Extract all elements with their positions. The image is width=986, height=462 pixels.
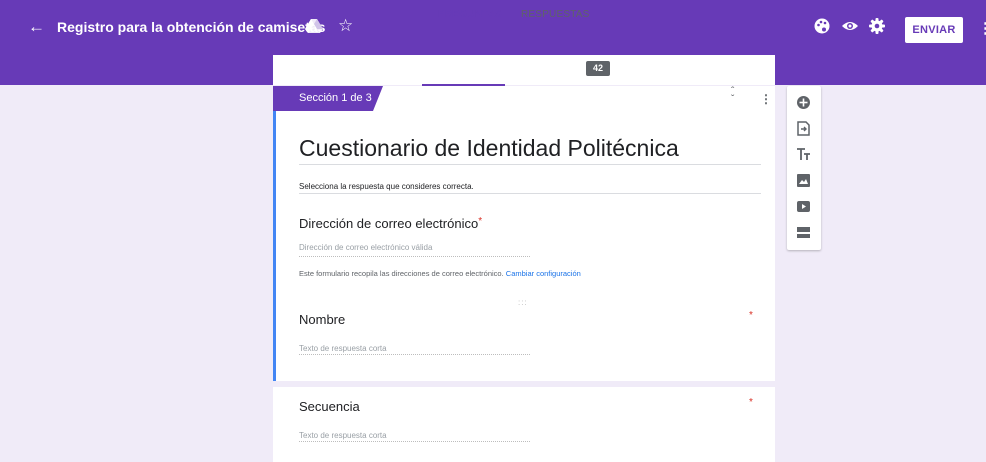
- short-answer-placeholder[interactable]: Texto de respuesta corta: [299, 344, 387, 353]
- add-circle-icon[interactable]: [795, 94, 812, 111]
- palette-icon[interactable]: [813, 17, 831, 35]
- change-settings-link[interactable]: Cambiar configuración: [506, 269, 581, 278]
- required-asterisk: *: [749, 397, 753, 408]
- email-input-underline: [299, 256, 530, 257]
- section-label: Sección 1 de 3: [299, 92, 372, 104]
- email-input-placeholder[interactable]: Dirección de correo electrónico válida: [299, 243, 432, 252]
- collapse-icon[interactable]: ˆˇ: [731, 87, 734, 105]
- form-doc-title[interactable]: Registro para la obtención de camisetas: [57, 19, 325, 35]
- question-toolbar: [787, 86, 821, 250]
- required-asterisk: *: [478, 216, 483, 227]
- send-button[interactable]: ENVIAR: [905, 17, 963, 43]
- question-label: Nombre: [299, 312, 346, 327]
- more-vert-icon[interactable]: ⋮: [978, 19, 986, 37]
- drive-folder-icon[interactable]: [305, 18, 323, 34]
- required-asterisk: *: [749, 310, 753, 321]
- email-collection-note: Este formulario recopila las direcciones…: [299, 269, 581, 278]
- section-icon[interactable]: [795, 224, 812, 241]
- form-description[interactable]: Selecciona la respuesta que consideres c…: [299, 182, 474, 191]
- short-answer-underline: [299, 354, 530, 355]
- drag-handle-icon[interactable]: :::: [518, 298, 528, 307]
- note-text: Este formulario recopila las direcciones…: [299, 269, 504, 278]
- question-label: Secuencia: [299, 399, 360, 414]
- section-more-vert-icon[interactable]: ⋮: [760, 92, 772, 106]
- tab-responses[interactable]: RESPUESTAS: [521, 9, 590, 20]
- short-answer-underline: [299, 441, 530, 442]
- star-outline-icon[interactable]: ☆: [338, 16, 353, 36]
- import-questions-icon[interactable]: [795, 120, 812, 137]
- email-question-label: Dirección de correo electrónico*: [299, 216, 482, 231]
- email-question-text: Dirección de correo electrónico: [299, 216, 479, 231]
- section-badge: Sección 1 de 3: [273, 86, 383, 111]
- gear-icon[interactable]: [868, 17, 886, 35]
- video-icon[interactable]: [795, 198, 812, 215]
- tab-questions[interactable]: PREGUNTAS: [438, 9, 502, 20]
- form-header-card: [273, 86, 775, 381]
- title-divider: [299, 164, 761, 165]
- image-icon[interactable]: [795, 172, 812, 189]
- arrow-left-icon[interactable]: ←: [28, 17, 45, 37]
- responses-count-badge: 42: [586, 61, 610, 76]
- description-divider: [299, 193, 761, 194]
- eye-icon[interactable]: [841, 17, 859, 35]
- tabs-bar: [273, 55, 775, 85]
- form-title[interactable]: Cuestionario de Identidad Politécnica: [299, 135, 679, 162]
- short-answer-placeholder[interactable]: Texto de respuesta corta: [299, 431, 387, 440]
- title-text-icon[interactable]: [795, 146, 812, 163]
